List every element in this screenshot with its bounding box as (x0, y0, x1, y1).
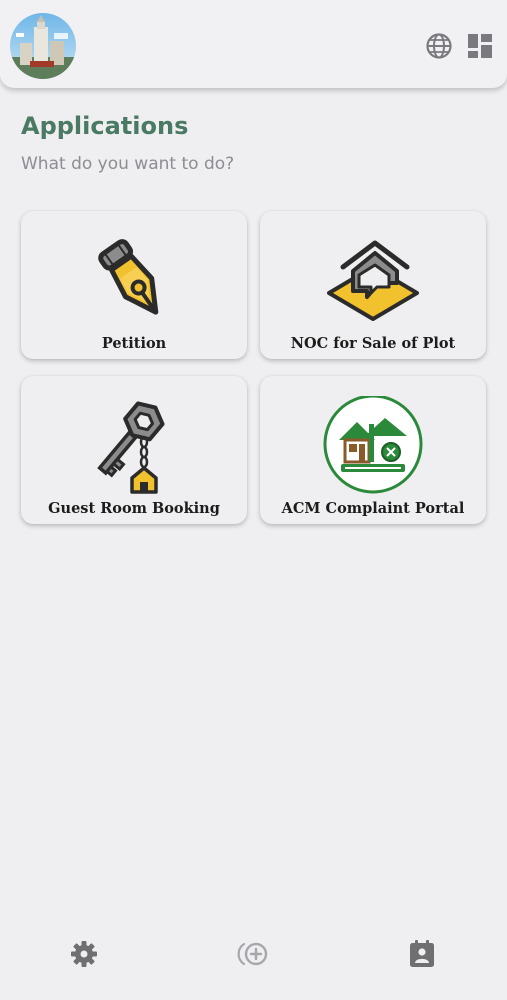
card-noc-sale-of-plot[interactable]: NOC for Sale of Plot (260, 211, 486, 359)
house-sign-icon (323, 231, 423, 331)
settings-gear-icon[interactable] (68, 938, 100, 970)
page-subtitle: What do you want to do? (21, 154, 235, 174)
card-guest-room-booking[interactable]: Guest Room Booking (21, 376, 247, 524)
contact-card-icon[interactable] (406, 938, 438, 970)
fountain-pen-icon (84, 231, 184, 331)
bottom-navigation (0, 918, 507, 1000)
housing-directorate-logo (323, 394, 423, 496)
card-label: ACM Complaint Portal (281, 500, 465, 517)
page-title: Applications (21, 112, 189, 140)
profile-avatar[interactable] (10, 13, 76, 79)
key-house-icon (84, 396, 184, 496)
grid-layout-icon[interactable] (466, 32, 494, 60)
card-acm-complaint-portal[interactable]: ACM Complaint Portal (260, 376, 486, 524)
card-label: Petition (101, 335, 167, 352)
app-header (0, 0, 507, 88)
card-label: NOC for Sale of Plot (290, 335, 456, 352)
card-label: Guest Room Booking (48, 500, 220, 517)
add-circle-icon[interactable] (237, 938, 269, 970)
avatar-image (10, 13, 76, 79)
card-petition[interactable]: Petition (21, 211, 247, 359)
globe-icon[interactable] (425, 32, 453, 60)
